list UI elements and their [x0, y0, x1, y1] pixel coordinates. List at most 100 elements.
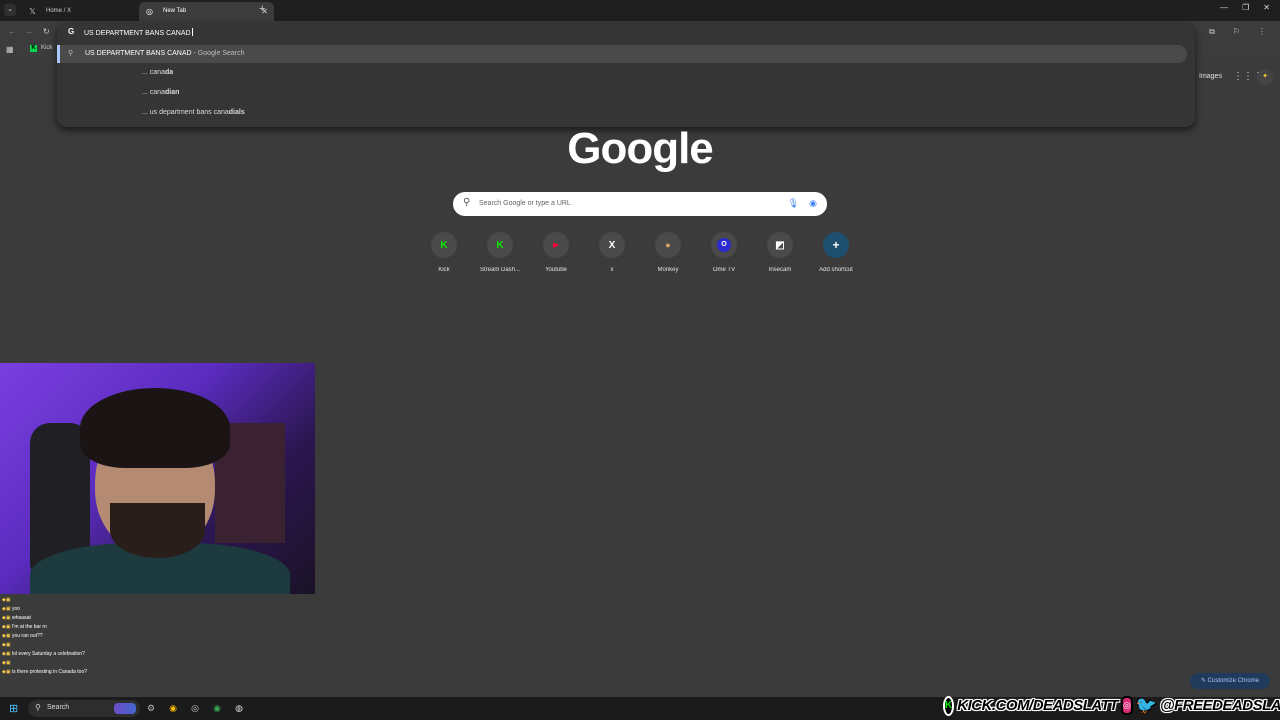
maximize-icon[interactable]: ❐: [1242, 3, 1249, 12]
shortcut-x[interactable]: X x: [584, 232, 640, 273]
chat-badges: ◆▣: [2, 597, 11, 603]
shortcut-label: Add shortcut: [819, 267, 853, 273]
add-shortcut[interactable]: + Add shortcut: [808, 232, 864, 273]
plus-icon: +: [823, 232, 849, 258]
chat-text: is there protesting in Canada too?: [11, 669, 88, 675]
chat-badges: ◆▣: [2, 633, 12, 639]
tab-strip: ⌄ 𝕏 Home / X ✕ ◎ New Tab ✕ + — ❐ ✕: [0, 0, 1280, 21]
windows-start-icon[interactable]: ⊞: [9, 702, 18, 715]
suggestion-prefix: ... cana: [142, 89, 165, 96]
kick-icon: K: [431, 232, 457, 258]
search-icon: ⚲: [463, 197, 471, 208]
back-icon[interactable]: ←: [8, 27, 16, 36]
shortcut-stream-dashboard[interactable]: K Stream Dash...: [472, 232, 528, 273]
omnibox-dropdown: G US DEPARTMENT BANS CANAD ⚲ US DEPARTME…: [57, 23, 1195, 127]
reload-icon[interactable]: ↻: [43, 27, 50, 36]
minimize-icon[interactable]: —: [1220, 3, 1228, 12]
suggestion-query: US DEPARTMENT BANS CANAD: [85, 50, 192, 57]
chat-message: ◆▣ is there protesting in Canada too?: [0, 668, 300, 677]
address-input[interactable]: US DEPARTMENT BANS CANAD: [84, 28, 193, 37]
chat-text: whaaaat: [11, 615, 31, 621]
close-window-icon[interactable]: ✕: [1263, 3, 1270, 12]
stream-chat: ◆▣ ◆▣ yoo ◆▣ whaaaat ◆▣ I'm at the bar r…: [0, 596, 300, 686]
streamer-hair: [80, 388, 230, 468]
tab-search-dropdown-icon[interactable]: ⌄: [4, 4, 16, 16]
shortcut-label: x: [610, 267, 614, 273]
tab-home-x[interactable]: 𝕏 Home / X ✕: [22, 2, 157, 21]
insecam-icon: ◩: [767, 232, 793, 258]
chat-message: ◆▣ I'm at the bar rn: [0, 623, 300, 632]
shortcut-label: Monkey: [657, 267, 679, 273]
shortcut-label: Stream Dash...: [479, 267, 520, 273]
settings-icon[interactable]: ⚙: [144, 701, 158, 715]
obs-icon[interactable]: ◎: [188, 701, 202, 715]
app-icon[interactable]: ◍: [232, 701, 246, 715]
text-cursor: [191, 28, 193, 36]
suggestion-selected[interactable]: ⚲ US DEPARTMENT BANS CANAD - Google Sear…: [57, 45, 1187, 63]
chat-message: ◆▣ you ran out??: [0, 632, 300, 641]
shortcut-label: Youtube: [545, 267, 567, 273]
avatar[interactable]: ✦: [1257, 69, 1273, 85]
twitter-icon: 🐦: [1135, 696, 1157, 715]
stream-overlay-banner: K KICK.COM/DEADSLATT ◎ 🐦 @FREEDEADSLATT: [943, 692, 1280, 719]
social-handle-text: @FREEDEADSLATT: [1159, 697, 1280, 714]
chat-badges: ◆▣: [2, 660, 11, 666]
apps-icon[interactable]: ▦: [6, 45, 14, 54]
media-icon[interactable]: ⚐: [1233, 27, 1240, 37]
shortcut-ome-tv[interactable]: O Ome TV: [696, 232, 752, 273]
chat-message: ◆▣: [0, 641, 300, 650]
ometv-icon: O: [711, 232, 737, 258]
instagram-icon: ◎: [1120, 696, 1133, 715]
bookmark-kick[interactable]: K Kick: [30, 45, 52, 52]
tab-new-tab[interactable]: ◎ New Tab ✕: [139, 2, 274, 21]
chat-badges: ◆▣: [2, 615, 12, 621]
kick-icon: K: [943, 695, 955, 716]
chat-badges: ◆▣: [2, 669, 12, 675]
chat-text: you ran out??: [11, 633, 43, 639]
suggestion-item[interactable]: ... canadian: [142, 89, 179, 96]
shortcut-label: Kick: [438, 267, 450, 273]
google-logo: Google: [567, 124, 714, 173]
shortcut-youtube[interactable]: ▶ Youtube: [528, 232, 584, 273]
google-g-icon: G: [68, 27, 75, 36]
chat-text: yoo: [11, 606, 21, 612]
suggestion-item[interactable]: ... us department bans canadials: [142, 109, 245, 116]
google-search-box[interactable]: ⚲ Search Google or type a URL 🎙 ◉: [453, 192, 827, 216]
address-input-text: US DEPARTMENT BANS CANAD: [84, 30, 191, 37]
profile-menu-icon[interactable]: ⋮: [1258, 27, 1266, 37]
google-lens-icon[interactable]: ◉: [809, 198, 817, 209]
images-link[interactable]: Images: [1199, 73, 1222, 80]
chrome-icon[interactable]: ◉: [210, 701, 224, 715]
customize-chrome-button[interactable]: ✎ Customize Chrome: [1190, 673, 1270, 689]
suggestion-prefix: ... cana: [142, 69, 165, 76]
taskbar-search[interactable]: ⚲ Search: [28, 700, 140, 717]
chat-text: lol every Saturday a celebration?: [11, 651, 85, 657]
chat-message: ◆▣: [0, 659, 300, 668]
chat-badges: ◆▣: [2, 606, 12, 612]
selection-indicator: [57, 45, 60, 63]
suggestion-text: US DEPARTMENT BANS CANAD - Google Search: [85, 50, 245, 57]
screen: ⌄ 𝕏 Home / X ✕ ◎ New Tab ✕ + — ❐ ✕ ← → ↻…: [0, 0, 1280, 720]
suggestion-item[interactable]: ... canada: [142, 69, 173, 76]
shortcut-kick[interactable]: K Kick: [416, 232, 472, 273]
taskbar-search-label: Search: [47, 704, 70, 711]
youtube-icon: ▶: [543, 232, 569, 258]
microphone-icon[interactable]: 🎙: [788, 198, 799, 209]
extensions-icon[interactable]: ⧉: [1209, 27, 1215, 37]
search-icon: ⚲: [68, 50, 74, 57]
new-tab-plus-icon[interactable]: +: [259, 3, 265, 15]
shortcut-insecam[interactable]: ◩ Insecam: [752, 232, 808, 273]
chrome-icon[interactable]: ◉: [166, 701, 180, 715]
bookmark-label: Kick: [41, 45, 53, 51]
suggestion-bold: dials: [228, 109, 245, 116]
suggestion-prefix: ... us department bans cana: [142, 109, 229, 116]
x-icon: X: [599, 232, 625, 258]
kick-url-text: KICK.COM/DEADSLATT: [957, 697, 1118, 714]
chat-message: ◆▣ yoo: [0, 605, 300, 614]
forward-icon[interactable]: →: [25, 27, 33, 36]
shortcut-monkey[interactable]: ● Monkey: [640, 232, 696, 273]
toolbar-actions: ⧉ ⚐ ⋮: [1209, 27, 1266, 37]
shortcut-label: Ome TV: [712, 267, 736, 273]
chat-message: ◆▣: [0, 596, 300, 605]
pencil-icon: ✎: [1200, 678, 1208, 684]
